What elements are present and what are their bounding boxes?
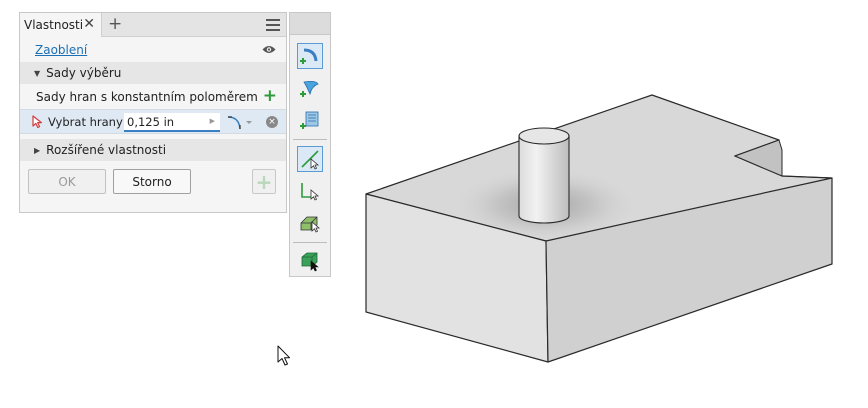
select-solid-icon <box>301 252 319 272</box>
model-cylinder-boss[interactable] <box>518 135 570 224</box>
feature-name-row: Zaoblení <box>20 37 286 62</box>
cancel-button[interactable]: Storno <box>113 169 191 194</box>
section-advanced[interactable]: ▶ Rozšířené vlastnosti <box>20 139 286 161</box>
radius-value: 0,125 in <box>127 114 175 129</box>
part-model-viewport[interactable] <box>340 80 840 370</box>
hamburger-menu-icon[interactable] <box>266 19 280 31</box>
fillet-face-icon <box>300 80 319 97</box>
select-arrow-icon[interactable] <box>32 115 43 128</box>
collapse-triangle-icon[interactable]: ▼ <box>34 69 40 78</box>
clear-selection-icon[interactable]: × <box>266 116 278 128</box>
toolbar-separator <box>293 242 327 243</box>
mouse-pointer-icon <box>277 345 290 366</box>
select-edge-icon <box>301 150 320 170</box>
expand-triangle-icon[interactable]: ▶ <box>34 146 40 155</box>
toolbar-separator <box>293 139 327 140</box>
section-advanced-title: Rozšířené vlastnosti <box>46 143 167 157</box>
select-loop-icon <box>301 183 320 201</box>
toolbar-grip[interactable] <box>290 13 330 35</box>
add-tab-icon[interactable]: + <box>108 15 122 33</box>
feature-name-link[interactable]: Zaoblení <box>28 41 94 59</box>
tab-title: Vlastnosti <box>24 18 84 32</box>
edge-sets-row: Sady hran s konstantním poloměrem + <box>20 84 286 109</box>
select-feature-button[interactable] <box>297 210 323 236</box>
close-icon[interactable]: ✕ <box>83 17 95 31</box>
cylinder-top-face[interactable] <box>518 127 570 145</box>
fillet-profile-dropdown-icon[interactable] <box>226 114 258 131</box>
fillet-full-round-button[interactable] <box>297 107 323 133</box>
inventor-workspace: Vlastnosti ✕ + Zaoblení ▼ Sady výběru Sa… <box>0 0 868 408</box>
properties-panel: Vlastnosti ✕ + Zaoblení ▼ Sady výběru Sa… <box>19 12 287 213</box>
value-menu-arrow-icon[interactable]: ▶ <box>210 117 215 125</box>
eye-icon[interactable] <box>262 45 276 54</box>
dialog-buttons: OK Storno + <box>20 161 286 201</box>
edge-sets-label: Sady hran s konstantním poloměrem <box>36 89 258 104</box>
select-loop-button[interactable] <box>297 178 323 204</box>
select-edges-row[interactable]: Vybrat hrany 0,125 in ▶ × <box>20 109 286 134</box>
fillet-full-round-icon <box>300 111 319 129</box>
fillet-edge-icon <box>300 48 318 64</box>
select-feature-icon <box>300 216 321 233</box>
apply-button[interactable]: + <box>252 169 276 194</box>
section-selection-sets[interactable]: ▼ Sady výběru <box>20 62 286 84</box>
select-edges-label: Vybrat hrany <box>48 114 123 129</box>
panel-tabbar: Vlastnosti ✕ + <box>20 13 286 37</box>
select-solid-button[interactable] <box>297 248 323 274</box>
add-edge-set-icon[interactable]: + <box>263 87 277 105</box>
section-selection-title: Sady výběru <box>46 66 122 80</box>
radius-input[interactable]: 0,125 in ▶ <box>124 113 220 132</box>
fillet-edge-button[interactable] <box>297 43 323 69</box>
tab-properties[interactable]: Vlastnosti ✕ <box>20 13 102 37</box>
select-edge-button[interactable] <box>297 146 323 172</box>
ok-button[interactable]: OK <box>28 169 106 194</box>
selection-toolbar <box>289 12 331 277</box>
fillet-face-button[interactable] <box>297 75 323 101</box>
